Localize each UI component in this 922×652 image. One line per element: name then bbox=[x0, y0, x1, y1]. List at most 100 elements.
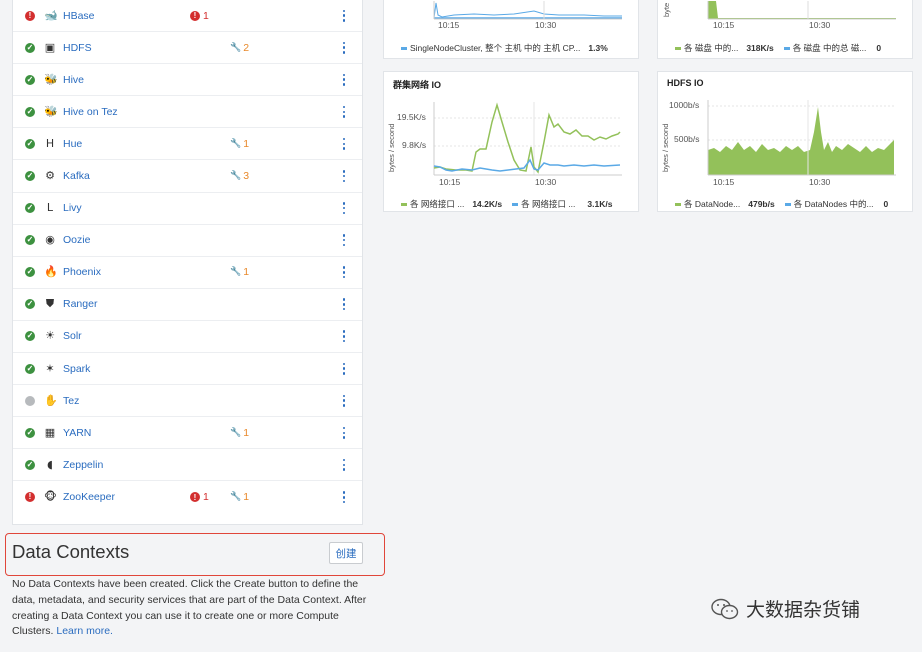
config-issue-badge[interactable]: 🔧 1 bbox=[230, 138, 249, 150]
menu-dot bbox=[342, 463, 346, 467]
service-link[interactable]: Hive on Tez bbox=[63, 106, 118, 118]
create-data-context-button[interactable]: 创建 bbox=[329, 542, 363, 564]
wrench-icon: 🔧 bbox=[230, 492, 242, 503]
config-issue-badge[interactable]: 🔧 1 bbox=[230, 266, 249, 278]
service-actions-menu-icon[interactable] bbox=[342, 234, 346, 247]
disk-legend-item-1[interactable]: 各 磁盘 中的总 磁... bbox=[783, 42, 866, 54]
zookeeper-icon: 🐵 bbox=[44, 490, 57, 504]
cpu-legend: SingleNodeCluster, 整个 主机 中的 主机 CP... 1.3… bbox=[401, 42, 638, 54]
service-actions-menu-icon[interactable] bbox=[342, 491, 346, 504]
alert-icon: ! bbox=[190, 10, 200, 21]
services-list: ! 🐋 HBase! 1 ✓ ▣ HDFS 🔧 2 ✓ 🐝 Hive ✓ 🐝 Hive on Tez ✓ H Hu… bbox=[12, 0, 363, 525]
config-issue-badge[interactable]: 🔧 1 bbox=[230, 427, 249, 439]
disk-legend-item-0[interactable]: 各 磁盘 中的... bbox=[675, 42, 738, 54]
disk-x-tick-0: 10:15 bbox=[713, 20, 735, 30]
data-contexts-title: Data Contexts bbox=[12, 541, 130, 562]
service-row-zookeeper: ! 🐵 ZooKeeper! 1 🔧 1 bbox=[13, 481, 362, 513]
service-link[interactable]: Oozie bbox=[63, 234, 90, 246]
network-legend-label-0: 各 网络接口 ... bbox=[410, 199, 465, 209]
legend-swatch bbox=[784, 202, 791, 206]
service-actions-menu-icon[interactable] bbox=[342, 458, 346, 471]
wechat-logo-icon bbox=[711, 598, 739, 619]
service-link[interactable]: Livy bbox=[63, 202, 82, 214]
legend-swatch bbox=[783, 46, 790, 50]
service-actions-menu-icon[interactable] bbox=[342, 330, 346, 343]
menu-dot bbox=[342, 110, 346, 114]
menu-dot bbox=[342, 9, 346, 13]
service-actions-menu-icon[interactable] bbox=[342, 266, 346, 279]
service-row-hdfs: ✓ ▣ HDFS 🔧 2 bbox=[13, 32, 362, 65]
network-legend-item-1[interactable]: 各 网络接口 ... bbox=[512, 198, 575, 210]
config-count: 1 bbox=[243, 426, 250, 439]
hive-on-tez-icon: 🐝 bbox=[44, 104, 58, 118]
service-link[interactable]: Solr bbox=[63, 330, 82, 342]
service-link[interactable]: YARN bbox=[63, 427, 91, 439]
service-row-tez: ✋ Tez bbox=[13, 385, 362, 418]
service-actions-menu-icon[interactable] bbox=[342, 73, 346, 86]
hdfs-y-tick-1: 500b/s bbox=[674, 134, 700, 144]
status-good-icon: ✓ bbox=[25, 459, 35, 470]
menu-dot bbox=[342, 468, 346, 471]
service-row-zeppelin: ✓ ◖ Zeppelin bbox=[13, 449, 362, 482]
hdfs-legend-label-0: 各 DataNode... bbox=[684, 199, 741, 209]
config-issue-badge[interactable]: 🔧 1 bbox=[230, 491, 249, 503]
config-issue-badge[interactable]: 🔧 3 bbox=[230, 170, 249, 182]
service-row-hive: ✓ 🐝 Hive bbox=[13, 64, 362, 97]
hdfs-legend-item-0[interactable]: 各 DataNode... bbox=[675, 198, 740, 210]
service-actions-menu-icon[interactable] bbox=[342, 426, 346, 439]
menu-dot bbox=[342, 174, 346, 178]
service-actions-menu-icon[interactable] bbox=[342, 41, 346, 54]
legend-swatch bbox=[675, 46, 681, 50]
status-bad-icon: ! bbox=[25, 10, 35, 21]
legend-swatch bbox=[401, 46, 407, 50]
hue-icon: H bbox=[45, 136, 55, 150]
service-row-hue: ✓ H Hue 🔧 1 bbox=[13, 128, 362, 161]
service-link[interactable]: HDFS bbox=[63, 42, 92, 54]
service-link[interactable]: Tez bbox=[63, 395, 79, 407]
health-alert-badge[interactable]: ! 1 bbox=[190, 10, 209, 22]
disk-legend-value-1: 0 bbox=[876, 43, 882, 53]
service-row-hive-on-tez: ✓ 🐝 Hive on Tez bbox=[13, 96, 362, 129]
config-issue-badge[interactable]: 🔧 2 bbox=[230, 42, 249, 54]
hdfs-legend-item-1[interactable]: 各 DataNodes 中的... bbox=[784, 198, 874, 210]
service-actions-menu-icon[interactable] bbox=[342, 137, 346, 150]
service-link[interactable]: Spark bbox=[63, 363, 90, 375]
health-alert-badge[interactable]: ! 1 bbox=[190, 491, 209, 503]
hive-icon: 🐝 bbox=[44, 72, 58, 86]
service-link[interactable]: Hive bbox=[63, 74, 84, 86]
service-actions-menu-icon[interactable] bbox=[342, 394, 346, 407]
wrench-icon: 🔧 bbox=[230, 171, 242, 182]
menu-dot bbox=[342, 147, 346, 150]
watermark-text: 大数据杂货铺 bbox=[746, 600, 861, 621]
service-link[interactable]: Ranger bbox=[63, 298, 97, 310]
service-actions-menu-icon[interactable] bbox=[342, 202, 346, 215]
service-actions-menu-icon[interactable] bbox=[342, 105, 346, 118]
status-good-icon: ✓ bbox=[25, 363, 35, 374]
network-y-tick-1: 9.8K/s bbox=[402, 140, 427, 150]
service-link[interactable]: Kafka bbox=[63, 170, 90, 182]
cpu-x-tick-1: 10:30 bbox=[535, 20, 557, 30]
service-actions-menu-icon[interactable] bbox=[342, 170, 346, 183]
service-link[interactable]: Zeppelin bbox=[63, 459, 103, 471]
menu-dot bbox=[342, 335, 346, 338]
service-actions-menu-icon[interactable] bbox=[342, 298, 346, 311]
service-actions-menu-icon[interactable] bbox=[342, 9, 346, 22]
service-link[interactable]: Phoenix bbox=[63, 266, 101, 278]
service-row-yarn: ✓ ▦ YARN 🔧 1 bbox=[13, 417, 362, 450]
service-actions-menu-icon[interactable] bbox=[342, 362, 346, 375]
status-unknown-icon bbox=[25, 395, 35, 406]
config-count: 3 bbox=[243, 170, 250, 183]
menu-dot bbox=[342, 51, 346, 54]
menu-dot bbox=[342, 491, 346, 494]
service-link[interactable]: ZooKeeper bbox=[63, 491, 115, 503]
service-row-kafka: ✓ ⚙ Kafka 🔧 3 bbox=[13, 160, 362, 193]
service-link[interactable]: HBase bbox=[63, 10, 95, 22]
chart-card-network-io: 群集网络 IO bytes / second 19.5K/s 9.8K/s 10… bbox=[383, 71, 639, 212]
service-link[interactable]: Hue bbox=[63, 138, 82, 150]
yarn-icon: ▦ bbox=[44, 425, 56, 439]
network-legend-item-0[interactable]: 各 网络接口 ... bbox=[401, 198, 464, 210]
config-count: 1 bbox=[243, 266, 250, 279]
learn-more-link[interactable]: Learn more. bbox=[56, 625, 113, 637]
livy-icon: L bbox=[46, 201, 54, 215]
cpu-legend-item[interactable]: SingleNodeCluster, 整个 主机 中的 主机 CP... bbox=[401, 42, 580, 54]
